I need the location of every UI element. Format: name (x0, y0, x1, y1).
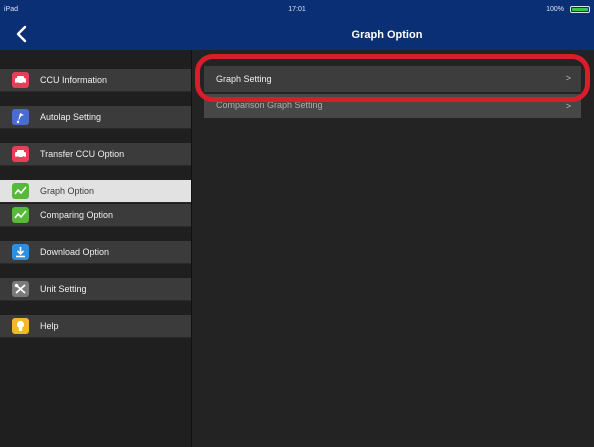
sidebar-item-autolap-setting[interactable]: Autolap Setting (0, 106, 191, 129)
sidebar-item-graph-option[interactable]: Graph Option (0, 180, 191, 203)
sidebar-item-transfer-ccu-option[interactable]: Transfer CCU Option (0, 143, 191, 166)
sidebar-item-ccu-information[interactable]: CCU Information (0, 69, 191, 92)
status-time: 17:01 (288, 6, 306, 13)
sidebar-item-label: Unit Setting (40, 284, 87, 294)
line-chart-icon (12, 207, 29, 223)
download-icon (12, 244, 29, 260)
sidebar-item-label: Transfer CCU Option (40, 149, 125, 159)
sidebar-item-label: Autolap Setting (40, 112, 102, 122)
battery-icon (570, 6, 590, 13)
status-bar: iPad 17:01 100% (0, 0, 594, 20)
battery-percent: 100% (546, 6, 564, 13)
lightbulb-icon (12, 318, 29, 334)
ipad-screen: iPad 17:01 100% Graph Option CCU Informa… (0, 0, 594, 447)
chevron-left-icon (16, 25, 27, 43)
car-icon (12, 72, 29, 88)
map-pin-icon (12, 109, 29, 125)
chevron-right-icon: > (565, 101, 571, 111)
sidebar-item-label: CCU Information (40, 75, 108, 85)
sidebar-item-comparing-option[interactable]: Comparing Option (0, 204, 191, 227)
sidebar: CCU Information Autolap Setting Transfer… (0, 50, 192, 447)
page-title: Graph Option (351, 29, 423, 41)
sidebar-item-label: Download Option (40, 247, 110, 257)
sidebar-item-help[interactable]: Help (0, 315, 191, 338)
tools-icon (12, 281, 29, 297)
navigation-bar: Graph Option (0, 20, 594, 51)
back-button[interactable] (12, 24, 32, 44)
sidebar-item-label: Graph Option (40, 186, 95, 196)
highlight-ring (195, 54, 590, 102)
car-icon (12, 146, 29, 162)
sidebar-item-label: Comparing Option (40, 210, 114, 220)
sidebar-item-download-option[interactable]: Download Option (0, 241, 191, 264)
battery-fill (572, 8, 588, 11)
sidebar-item-label: Help (40, 321, 59, 331)
device-label: iPad (4, 6, 19, 13)
sidebar-item-unit-setting[interactable]: Unit Setting (0, 278, 191, 301)
line-chart-icon (12, 183, 29, 199)
settings-panel: Graph Setting > Comparison Graph Setting… (192, 50, 594, 447)
